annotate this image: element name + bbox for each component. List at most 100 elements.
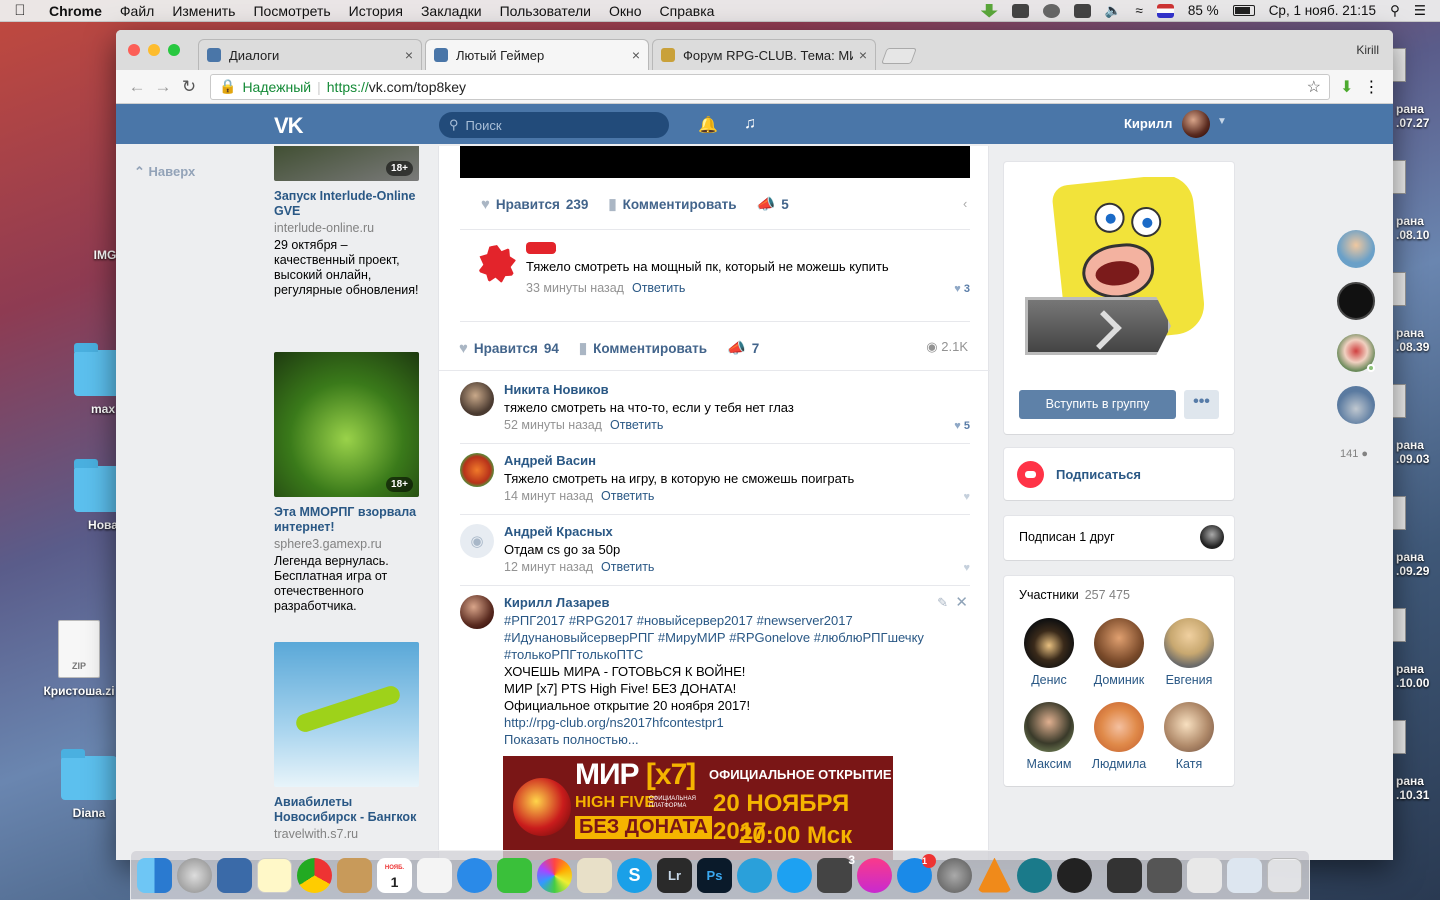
new-tab-button[interactable]	[881, 48, 917, 64]
telegram-icon[interactable]	[737, 857, 772, 893]
like-button[interactable]: Нравится	[496, 197, 560, 212]
like-button[interactable]: Нравится	[474, 341, 538, 356]
comment-time[interactable]: 14 минут назад	[504, 489, 593, 503]
comment-author[interactable]: Никита Новиков	[504, 382, 609, 397]
tab-close-button[interactable]: ×	[405, 47, 413, 63]
desktop-screenshot-label[interactable]: рана .08.10	[1396, 214, 1440, 242]
show-more-link[interactable]: Показать полностью...	[504, 731, 974, 748]
friend-avatar[interactable]	[1200, 525, 1224, 549]
game-app-icon[interactable]	[1057, 857, 1092, 893]
hashtags[interactable]: #РПГ2017 #RPG2017 #новыйсервер2017 #news…	[504, 612, 974, 629]
heart-icon[interactable]: ♥	[481, 196, 490, 213]
ad-title[interactable]: Авиабилеты Новосибирск - Бангкок	[274, 795, 420, 825]
desktop-screenshot-label[interactable]: рана .08.39	[1396, 326, 1440, 354]
ad-image[interactable]	[274, 642, 419, 787]
back-to-top-button[interactable]: ⌃ Наверх	[134, 164, 195, 180]
launchpad-icon[interactable]	[177, 857, 212, 893]
desktop-screenshot-label[interactable]: рана .10.00	[1396, 662, 1440, 690]
member-item[interactable]: Людмила	[1084, 702, 1154, 771]
video-player[interactable]	[460, 146, 970, 178]
skype-icon[interactable]: S	[617, 857, 652, 893]
ad-title[interactable]: Запуск Interlude-Online GVE	[274, 189, 420, 219]
hashtags[interactable]: #ИдунановыйсерверРПГ #МируМИР #RPGonelov…	[504, 629, 974, 646]
member-item[interactable]: Денис	[1014, 618, 1084, 687]
clock[interactable]: Ср, 1 нояб. 21:15	[1269, 3, 1376, 18]
mail-icon[interactable]	[217, 857, 252, 893]
close-icon[interactable]: ✕	[955, 593, 968, 611]
friends-card[interactable]: Подписан 1 друг	[1004, 516, 1234, 560]
vlc-icon[interactable]	[977, 857, 1012, 893]
promo-banner-image[interactable]: МИР [x7] HIGH FIVE ОФИЦИАЛЬНАЯ ПЛАТФОРМА…	[503, 756, 893, 860]
reply-button[interactable]: Ответить	[601, 489, 654, 503]
group-avatar-image[interactable]	[1019, 177, 1219, 377]
comment-like[interactable]: ♥ 5	[954, 420, 970, 432]
header-avatar[interactable]	[1182, 110, 1210, 138]
tab-close-button[interactable]: ×	[632, 47, 640, 63]
member-item[interactable]: Евгения	[1154, 618, 1224, 687]
vk-logo[interactable]: VK	[274, 113, 304, 139]
wifi-icon[interactable]: ≈	[1135, 3, 1142, 18]
desktop-screenshot-thumb[interactable]	[1392, 384, 1406, 418]
trash-icon[interactable]	[1267, 857, 1302, 893]
notification-center-icon[interactable]: ☰	[1414, 3, 1426, 19]
camera-placeholder-icon[interactable]: ◉	[460, 524, 494, 558]
menu-bookmarks[interactable]: Закладки	[412, 3, 491, 19]
forward-arrow-icon[interactable]: →	[150, 77, 176, 97]
messages-icon[interactable]	[457, 857, 492, 893]
comment-like[interactable]: ♥	[963, 562, 970, 574]
desktop-screenshot-label[interactable]: рана .07.27	[1396, 102, 1440, 130]
member-item[interactable]: Катя	[1154, 702, 1224, 771]
tab-lyuty-gamer[interactable]: Лютый Геймер ×	[425, 39, 649, 70]
window-thumbnail[interactable]	[1187, 857, 1222, 893]
chrome-icon[interactable]	[297, 857, 332, 893]
lightroom-icon[interactable]: Lr	[657, 857, 692, 893]
heart-icon[interactable]: ♥	[459, 340, 468, 357]
profile-name[interactable]: Kirill	[1356, 43, 1379, 57]
apple-icon[interactable]: 	[0, 2, 40, 19]
join-group-button[interactable]: Вступить в группу	[1019, 390, 1176, 419]
battery-icon[interactable]	[1232, 5, 1255, 16]
chrome-menu-icon[interactable]: ⋮	[1363, 77, 1379, 97]
textedit-icon[interactable]	[577, 857, 612, 893]
desktop-screenshot-label[interactable]: рана .09.03	[1396, 438, 1440, 466]
photos-icon[interactable]	[537, 857, 572, 893]
members-header[interactable]: Участники 257 475	[1019, 588, 1130, 602]
reply-button[interactable]: Ответить	[601, 560, 654, 574]
ad-title[interactable]: Эта MMOРПГ взорвала интернет!	[274, 505, 420, 535]
ad-image[interactable]: 18+	[274, 146, 419, 181]
twitter-icon[interactable]	[777, 857, 812, 893]
contacts-icon[interactable]	[337, 857, 372, 893]
desktop-screenshot-thumb[interactable]	[1392, 496, 1406, 530]
reply-button[interactable]: Ответить	[610, 418, 663, 432]
window-thumbnail[interactable]	[1147, 857, 1182, 893]
ad-interlude[interactable]: 18+ Запуск Interlude-Online GVE interlud…	[274, 146, 420, 298]
comment-like[interactable]: ♥	[963, 491, 970, 503]
chevron-left-icon[interactable]: ‹	[963, 196, 967, 211]
camera-icon[interactable]	[1073, 3, 1091, 18]
member-item[interactable]: Максим	[1014, 702, 1084, 771]
member-item[interactable]: Доминик	[1084, 618, 1154, 687]
menu-users[interactable]: Пользователи	[491, 3, 600, 19]
subscribe-button[interactable]: Подписаться	[1056, 467, 1141, 482]
cloud-icon[interactable]	[1042, 3, 1060, 18]
menu-window[interactable]: Окно	[600, 3, 651, 19]
window-thumbnail[interactable]	[1107, 857, 1142, 893]
bookmark-star-icon[interactable]: ☆	[1307, 77, 1321, 97]
comment-time[interactable]: 12 минут назад	[504, 560, 593, 574]
volume-icon[interactable]: 🔈	[1105, 3, 1122, 19]
ad-sphere3[interactable]: 18+ Эта MMOРПГ взорвала интернет! sphere…	[274, 352, 420, 614]
tab-rpg-forum[interactable]: Форум RPG-CLUB. Тема: МИР ×	[652, 39, 876, 70]
comment-author[interactable]: Nikita	[526, 242, 556, 254]
share-icon[interactable]: 📣	[727, 339, 746, 357]
comment-icon[interactable]: ▮	[608, 195, 616, 213]
system-preferences-icon[interactable]	[937, 857, 972, 893]
music-icon[interactable]: ♫	[744, 115, 756, 133]
menu-app[interactable]: Chrome	[40, 3, 111, 19]
reload-icon[interactable]: ↻	[176, 77, 202, 97]
comment-author[interactable]: Андрей Васин	[504, 453, 596, 468]
torrent-icon[interactable]	[1017, 857, 1052, 893]
extension-download-icon[interactable]: ⬇	[1340, 77, 1353, 97]
chevron-down-icon[interactable]: ▼	[1217, 116, 1227, 127]
download-icon[interactable]	[980, 3, 998, 18]
ad-image[interactable]: 18+	[274, 352, 419, 497]
